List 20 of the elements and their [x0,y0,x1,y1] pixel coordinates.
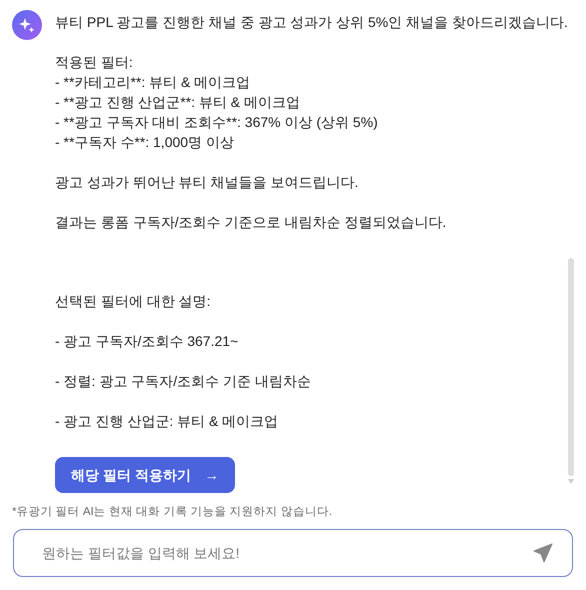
scroll-down-icon[interactable] [568,479,574,484]
message-line: 광고 성과가 뛰어난 뷰티 채널들을 보여드립니다. [55,173,360,192]
sparkle-icon [19,17,35,33]
message-line: - **구독자 수**: 1,000명 이상 [55,133,235,152]
message-line: - **광고 구독자 대비 조회수**: 367% 이상 (상위 5%) [55,113,379,132]
message-line: 선택된 필터에 대한 설명: [55,292,212,311]
chat-input-field[interactable]: 원하는 필터값을 입력해 보세요! [13,529,573,578]
message-line: - 광고 진행 산업군: 뷰티 & 메이크업 [55,412,280,431]
message-line: - **카테고리**: 뷰티 & 메이크업 [55,73,252,92]
arrow-icon: → [204,465,219,485]
message-line: - 광고 구독자/조회수 367.21~ [55,332,240,351]
send-icon[interactable] [533,543,553,564]
message-line: - **광고 진행 산업군**: 뷰티 & 메이크업 [55,93,302,112]
message-line: 결과는 롱폼 구독자/조회수 기준으로 내림차순 정렬되었습니다. [55,213,448,232]
message-line: 뷰티 PPL 광고를 진행한 채널 중 광고 성과가 상위 5%인 채널을 찾아드리겠습니다. [55,13,568,32]
disclaimer-text: *유광기 필터 AI는 현재 대화 기록 기능을 지원하지 않습니다. [11,505,334,520]
scrollbar-thumb[interactable] [568,258,574,476]
message-line: 적용된 필터: [55,53,134,72]
message-line: - 정렬: 광고 구독자/조회수 기준 내림차순 [55,372,312,391]
apply-filter-button[interactable]: 해당 필터 적용하기 → [55,457,235,493]
